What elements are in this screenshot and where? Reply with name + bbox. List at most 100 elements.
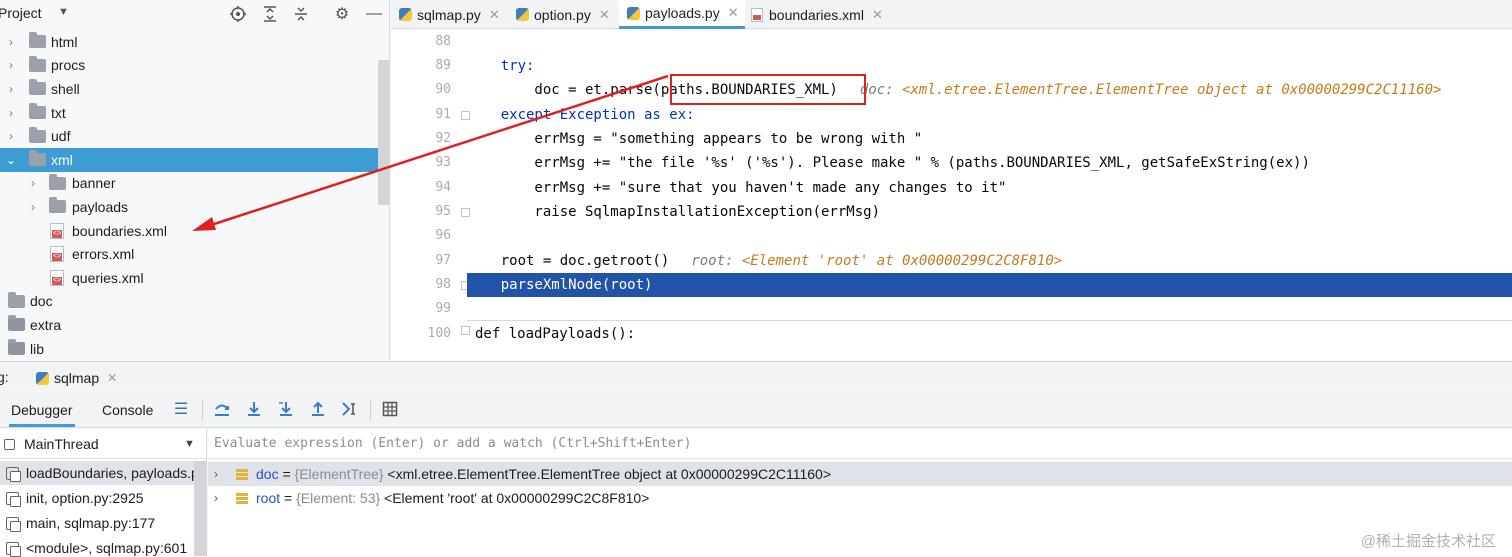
chevron-down-icon[interactable]: ⌄ xyxy=(5,153,17,167)
line-number: 99 xyxy=(435,301,451,316)
folder-icon xyxy=(49,197,66,214)
python-icon xyxy=(36,371,49,385)
code-text: def loadPayloads(): xyxy=(475,326,636,342)
variables-panel: Evaluate expression (Enter) or add a wat… xyxy=(208,429,1512,557)
chevron-right-icon[interactable]: › xyxy=(214,467,218,481)
fold-marker-icon[interactable] xyxy=(461,326,470,335)
frames-scrollbar[interactable] xyxy=(194,461,206,556)
frame-item[interactable]: <module>, sqlmap.py:601 xyxy=(0,536,206,557)
code-line: errMsg = "something appears to be wrong … xyxy=(467,127,1512,151)
close-icon[interactable]: ✕ xyxy=(599,7,610,23)
tab-option-py[interactable]: option.py ✕ xyxy=(516,0,616,29)
tab-payloads-py[interactable]: payloads.py ✕ xyxy=(619,0,745,29)
frame-label: init, option.py:2925 xyxy=(26,490,144,506)
chevron-right-icon[interactable]: › xyxy=(214,491,218,505)
step-over-icon[interactable] xyxy=(211,398,233,420)
variable-name: doc xyxy=(256,466,279,482)
chevron-right-icon[interactable]: › xyxy=(27,176,39,190)
chevron-right-icon[interactable]: › xyxy=(5,58,17,72)
expand-all-icon[interactable] xyxy=(260,4,280,24)
step-out-icon[interactable] xyxy=(307,398,329,420)
variable-row-doc[interactable]: › doc = {ElementTree} <xml.etree.Element… xyxy=(208,462,1512,486)
frame-icon xyxy=(6,466,21,482)
tree-item-label: html xyxy=(51,33,78,50)
chevron-right-icon[interactable]: › xyxy=(5,82,17,96)
line-number: 100 xyxy=(427,326,451,341)
thread-selector[interactable]: MainThread ▼ xyxy=(0,429,206,459)
inline-value-hint: root: <Element 'root' at 0x00000299C2C8F… xyxy=(691,253,1062,269)
tab-console[interactable]: Console xyxy=(102,402,153,418)
evaluate-expression-field[interactable]: Evaluate expression (Enter) or add a wat… xyxy=(208,429,1512,459)
chevron-right-icon[interactable]: › xyxy=(27,200,39,214)
tree-item-lib[interactable]: lib xyxy=(0,337,389,360)
tab-label: boundaries.xml xyxy=(769,6,864,23)
close-icon[interactable]: ✕ xyxy=(728,5,739,21)
tree-item-queries-xml[interactable]: queries.xml xyxy=(0,266,389,290)
menu-icon[interactable]: ☰ xyxy=(170,398,192,420)
variable-text: doc = {ElementTree} <xml.etree.ElementTr… xyxy=(256,466,832,482)
step-into-my-code-icon[interactable] xyxy=(275,398,297,420)
tree-item-payloads[interactable]: › payloads xyxy=(0,195,389,219)
tab-sqlmap-py[interactable]: sqlmap.py ✕ xyxy=(399,0,506,29)
line-number: 92 xyxy=(435,131,451,146)
step-into-icon[interactable] xyxy=(243,398,265,420)
tree-item-extra[interactable]: extra xyxy=(0,313,389,337)
close-icon[interactable]: ✕ xyxy=(489,7,500,23)
tree-item-txt[interactable]: › txt xyxy=(0,101,389,125)
tab-boundaries-xml[interactable]: boundaries.xml ✕ xyxy=(751,0,889,29)
code-line: except Exception as ex: xyxy=(467,103,1512,127)
code-text: root = doc.getroot() xyxy=(467,253,670,269)
line-number: 97 xyxy=(435,253,451,268)
chevron-right-icon[interactable]: › xyxy=(5,106,17,120)
code-line: errMsg += "the file '%s' ('%s'). Please … xyxy=(467,151,1512,175)
tab-label: payloads.py xyxy=(645,5,720,21)
chevron-right-icon[interactable]: › xyxy=(5,35,17,49)
variable-row-root[interactable]: › root = {Element: 53} <Element 'root' a… xyxy=(208,486,1512,510)
code-text: try: xyxy=(467,58,535,74)
folder-icon xyxy=(29,126,46,143)
frame-item[interactable]: init, option.py:2925 xyxy=(0,486,206,510)
tree-item-boundaries-xml[interactable]: boundaries.xml xyxy=(0,219,389,243)
locate-icon[interactable] xyxy=(228,4,248,24)
tree-item-udf[interactable]: › udf xyxy=(0,124,389,148)
project-scrollbar[interactable] xyxy=(378,60,389,205)
close-icon[interactable]: ✕ xyxy=(872,7,883,23)
python-file-icon xyxy=(627,6,640,20)
collapse-all-icon[interactable] xyxy=(291,4,311,24)
chevron-down-icon[interactable]: ▼ xyxy=(184,438,195,450)
folder-icon xyxy=(8,291,25,308)
tree-item-label: lib xyxy=(30,340,45,357)
tree-item-label: udf xyxy=(51,128,71,145)
tree-item-procs[interactable]: › procs xyxy=(0,54,389,78)
xml-file-icon xyxy=(50,246,64,263)
tree-item-html[interactable]: › html xyxy=(0,30,389,54)
code-editor[interactable]: 88 89 90 91 92 93 94 95 96 97 98 99 100 … xyxy=(391,30,1512,360)
settings-icon[interactable]: ⚙ xyxy=(332,4,352,24)
frame-item[interactable]: main, sqlmap.py:177 xyxy=(0,511,206,535)
chevron-right-icon[interactable]: › xyxy=(5,129,17,143)
line-number: 90 xyxy=(435,82,451,97)
tree-item-label: errors.xml xyxy=(72,246,135,263)
project-panel-title[interactable]: Project xyxy=(0,5,42,21)
line-number: 98 xyxy=(435,277,451,292)
folder-icon xyxy=(8,315,25,332)
close-icon[interactable]: ✕ xyxy=(107,371,117,385)
minimize-icon[interactable]: — xyxy=(364,4,384,24)
tree-item-xml[interactable]: ⌄ xml xyxy=(0,147,389,172)
frame-icon xyxy=(6,516,21,532)
chevron-down-icon[interactable]: ▼ xyxy=(58,6,69,18)
tree-item-errors-xml[interactable]: errors.xml xyxy=(0,242,389,266)
method-separator xyxy=(467,320,1512,321)
editor-tabbar: sqlmap.py ✕ option.py ✕ payloads.py ✕ bo… xyxy=(391,0,1512,29)
tab-debugger[interactable]: Debugger xyxy=(9,402,74,427)
run-config-tab[interactable]: sqlmap ✕ xyxy=(30,367,117,389)
run-to-cursor-icon[interactable] xyxy=(339,398,361,420)
xml-file-icon xyxy=(751,7,763,22)
tree-item-label: queries.xml xyxy=(72,269,144,286)
xml-file-icon xyxy=(50,222,64,239)
tree-item-doc[interactable]: doc xyxy=(0,290,389,314)
evaluate-icon[interactable] xyxy=(379,398,401,420)
tree-item-shell[interactable]: › shell xyxy=(0,77,389,101)
tree-item-banner[interactable]: › banner xyxy=(0,172,389,196)
frame-item[interactable]: loadBoundaries, payloads.py xyxy=(0,461,206,485)
